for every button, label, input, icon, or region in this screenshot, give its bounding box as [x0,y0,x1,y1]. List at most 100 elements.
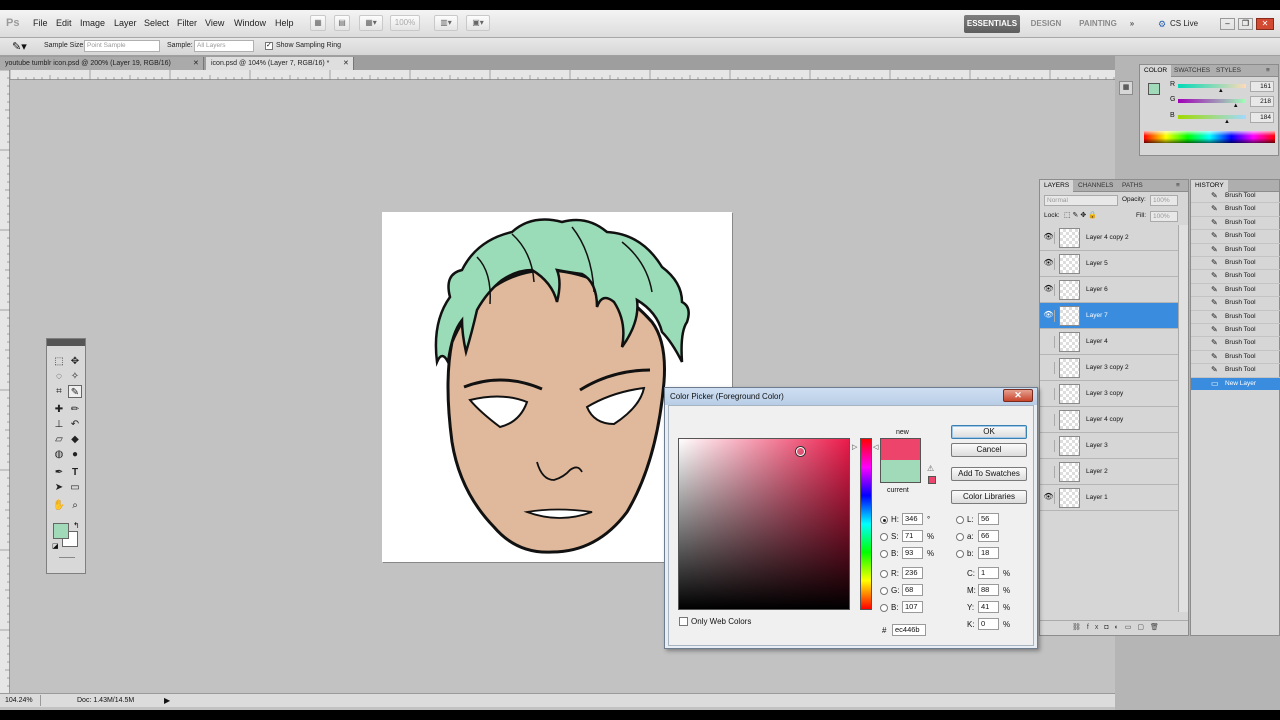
layer-row[interactable]: Layer 3 copy [1040,381,1178,407]
eraser-tool-icon[interactable]: ▱ [52,433,66,446]
color-libraries-button[interactable]: Color Libraries [951,490,1027,504]
doc-tab-icon[interactable]: icon.psd @ 104% (Layer 7, RGB/16) * ✕ [206,57,354,70]
eyedropper-preset-icon[interactable]: ✎▾ [12,40,27,53]
visibility-eye-icon[interactable] [1043,362,1055,374]
type-tool-icon[interactable]: T [68,466,82,479]
magic-wand-icon[interactable]: ✧ [68,370,82,383]
r-slider-track[interactable] [1178,84,1246,88]
workspace-essentials[interactable]: ESSENTIALS [964,15,1020,33]
b-slider-track[interactable] [1178,115,1246,119]
minimize-button[interactable]: – [1220,18,1235,30]
launch-minibridge-button[interactable]: ▤ [334,15,350,31]
zoom-tool-icon[interactable]: ⌕ [68,499,82,512]
history-state[interactable]: ✎ Brush Tool [1191,337,1280,351]
opacity-input[interactable]: 100% [1150,195,1178,206]
color-ramp[interactable] [1144,131,1275,143]
history-state[interactable]: ✎ Brush Tool [1191,217,1280,231]
sample-select[interactable]: All Layers [194,40,254,52]
path-select-icon[interactable]: ➤ [52,481,66,494]
b-slider-thumb[interactable]: ▲ [1224,119,1230,125]
g-input[interactable]: 68 [902,584,923,596]
history-state[interactable]: ✎ Brush Tool [1191,203,1280,217]
tab-channels[interactable]: CHANNELS [1074,180,1117,192]
close-tab-icon[interactable]: ✕ [193,57,199,70]
current-color-swatch[interactable] [880,460,921,483]
layer-row[interactable]: 👁 Layer 4 copy 2 [1040,225,1178,251]
panel-menu-icon[interactable]: ≡ [1262,65,1274,77]
r-value[interactable]: 161 [1250,81,1274,92]
g-value[interactable]: 218 [1250,96,1274,107]
color-field[interactable] [678,438,850,610]
arrange-documents-button[interactable]: ▥▾ [434,15,458,31]
tab-styles[interactable]: STYLES [1212,65,1245,77]
view-extras-button[interactable]: ▦▾ [359,15,383,31]
history-state[interactable]: ✎ Brush Tool [1191,270,1280,284]
visibility-eye-icon[interactable] [1043,466,1055,478]
gamut-warning-icon[interactable]: ⚠ [927,464,934,473]
shape-tool-icon[interactable]: ▭ [68,481,82,494]
y-input[interactable]: 41 [978,601,999,613]
pen-tool-icon[interactable]: ✒ [52,466,66,479]
screen-mode-button[interactable]: ▣▾ [466,15,490,31]
workspace-design[interactable]: DESIGN [1024,15,1068,33]
menu-edit[interactable]: Edit [56,18,72,28]
dodge-tool-icon[interactable]: ● [68,448,82,461]
s-input[interactable]: 71 [902,530,923,542]
eyedropper-tool-icon[interactable]: ✎ [68,385,82,398]
brush-tool-icon[interactable]: ✏ [68,403,82,416]
nearest-color-swatch[interactable] [928,476,936,484]
clone-stamp-icon[interactable]: ⊥ [52,418,66,431]
color-panel-collapsed-icon[interactable]: ▦ [1119,81,1133,95]
layer-row[interactable]: Layer 3 [1040,433,1178,459]
crop-tool-icon[interactable]: ⌗ [52,385,66,398]
r-input[interactable]: 236 [902,567,923,579]
b-input[interactable]: 93 [902,547,923,559]
visibility-eye-icon[interactable]: 👁 [1043,492,1055,504]
c-input[interactable]: 1 [978,567,999,579]
visibility-eye-icon[interactable] [1043,440,1055,452]
visibility-eye-icon[interactable] [1043,336,1055,348]
history-state[interactable]: ✎ Brush Tool [1191,364,1280,378]
workspace-painting[interactable]: PAINTING [1072,15,1124,33]
menu-image[interactable]: Image [80,18,105,28]
tab-paths[interactable]: PATHS [1118,180,1147,192]
cancel-button[interactable]: Cancel [951,443,1027,457]
h-input[interactable]: 346 [902,513,923,525]
history-state[interactable]: ✎ Brush Tool [1191,230,1280,244]
toolbox-header[interactable] [47,339,85,346]
layer-row[interactable]: 👁 Layer 7 [1040,303,1178,329]
visibility-eye-icon[interactable]: 👁 [1043,310,1055,322]
close-app-button[interactable]: ✕ [1256,18,1274,30]
history-state[interactable]: ✎ Brush Tool [1191,311,1280,324]
menu-layer[interactable]: Layer [114,18,137,28]
a-input[interactable]: 66 [978,530,999,542]
r-slider-thumb[interactable]: ▲ [1218,88,1224,94]
lab-b-radio[interactable] [956,550,964,558]
status-menu-arrow-icon[interactable]: ▶ [164,696,170,705]
a-radio[interactable] [956,533,964,541]
g-radio[interactable] [880,587,888,595]
foreground-color-swatch[interactable] [53,523,69,539]
menu-window[interactable]: Window [234,18,266,28]
history-state[interactable]: ✎ Brush Tool [1191,297,1280,311]
blue-radio[interactable] [880,604,888,612]
doc-tab-youtube[interactable]: youtube tumblr icon.psd @ 200% (Layer 19… [0,57,204,70]
menu-file[interactable]: File [33,18,48,28]
history-state[interactable]: ✎ Brush Tool [1191,284,1280,298]
doc-size-readout[interactable]: Doc: 1.43M/14.5M [77,697,134,704]
g-slider-thumb[interactable]: ▲ [1233,103,1239,109]
visibility-eye-icon[interactable]: 👁 [1043,232,1055,244]
b-value[interactable]: 184 [1250,112,1274,123]
paint-bucket-icon[interactable]: ◆ [68,433,82,446]
zoom-readout[interactable]: 104.24% [5,697,33,704]
blue-input[interactable]: 107 [902,601,923,613]
launch-bridge-button[interactable]: ▦ [310,15,326,31]
blur-tool-icon[interactable]: ◍ [52,448,66,461]
layer-row[interactable]: 👁 Layer 6 [1040,277,1178,303]
layer-row[interactable]: Layer 3 copy 2 [1040,355,1178,381]
color-field-cursor[interactable] [796,447,805,456]
visibility-eye-icon[interactable] [1043,414,1055,426]
layer-row[interactable]: Layer 4 copy [1040,407,1178,433]
marquee-tool-icon[interactable]: ⬚ [52,355,66,368]
layer-row[interactable]: 👁 Layer 1 [1040,485,1178,511]
